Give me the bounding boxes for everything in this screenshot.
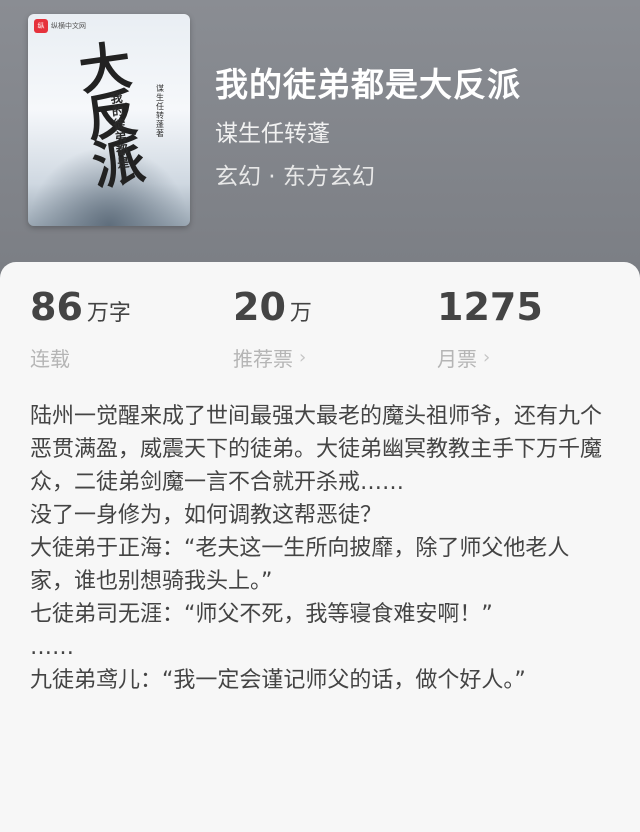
publisher-badge: 纵 纵横中文网 xyxy=(34,19,86,33)
book-description[interactable]: 陆州一觉醒来成了世间最强大最老的魔头祖师爷，还有九个恶贯满盈，威震天下的徒弟。大… xyxy=(30,400,610,697)
recommend-votes-value: 20 xyxy=(233,285,286,329)
book-author[interactable]: 谋生任转蓬 xyxy=(215,114,330,148)
cover-author-art: 谋生任转蓬 著 xyxy=(156,84,164,138)
word-count-unit: 万字 xyxy=(86,301,131,326)
monthly-votes-value: 1275 xyxy=(437,285,543,329)
word-count-value: 86 xyxy=(30,285,83,329)
stat-recommend-votes[interactable]: 20 万 推荐票 › xyxy=(233,284,312,372)
chevron-right-icon: › xyxy=(299,347,307,368)
publisher-logo-icon: 纵 xyxy=(34,19,48,33)
publisher-name: 纵横中文网 xyxy=(51,22,86,30)
book-info-panel: 86 万字 连载 20 万 推荐票 › 1275 月票 › 陆州一觉醒来成了世间最强大最… xyxy=(0,262,640,832)
description-paragraph: 没了一身修为，如何调教这帮恶徒？ xyxy=(30,503,383,528)
description-paragraph: 大徒弟于正海：“老夫这一生所向披靡，除了师父他老人家，谁也别想骑我头上。” xyxy=(30,536,570,594)
monthly-votes-label: 月票 xyxy=(437,347,477,371)
book-header: 纵 纵横中文网 大反派 我的徒弟都是 谋生任转蓬 著 我的徒弟都是大反派 谋生任… xyxy=(0,0,640,262)
book-title: 我的徒弟都是大反派 xyxy=(215,65,521,104)
description-paragraph: …… xyxy=(30,635,74,660)
description-paragraph: 九徒弟鸢儿：“我一定会谨记师父的话，做个好人。” xyxy=(30,668,526,693)
chevron-right-icon: › xyxy=(483,347,491,368)
description-paragraph: 陆州一觉醒来成了世间最强大最老的魔头祖师爷，还有九个恶贯满盈，威震天下的徒弟。大… xyxy=(30,404,603,495)
book-genre[interactable]: 玄幻 · 东方玄幻 xyxy=(215,157,375,191)
recommend-votes-label: 推荐票 xyxy=(233,347,293,371)
recommend-votes-unit: 万 xyxy=(289,301,312,326)
stat-word-count: 86 万字 连载 xyxy=(30,284,131,372)
stat-monthly-votes[interactable]: 1275 月票 › xyxy=(437,284,547,372)
stats-row: 86 万字 连载 20 万 推荐票 › 1275 月票 › xyxy=(0,262,640,382)
status-label: 连载 xyxy=(30,347,70,371)
book-cover[interactable]: 纵 纵横中文网 大反派 我的徒弟都是 谋生任转蓬 著 xyxy=(28,14,190,226)
description-paragraph: 七徒弟司无涯：“师父不死，我等寝食难安啊！” xyxy=(30,602,493,627)
